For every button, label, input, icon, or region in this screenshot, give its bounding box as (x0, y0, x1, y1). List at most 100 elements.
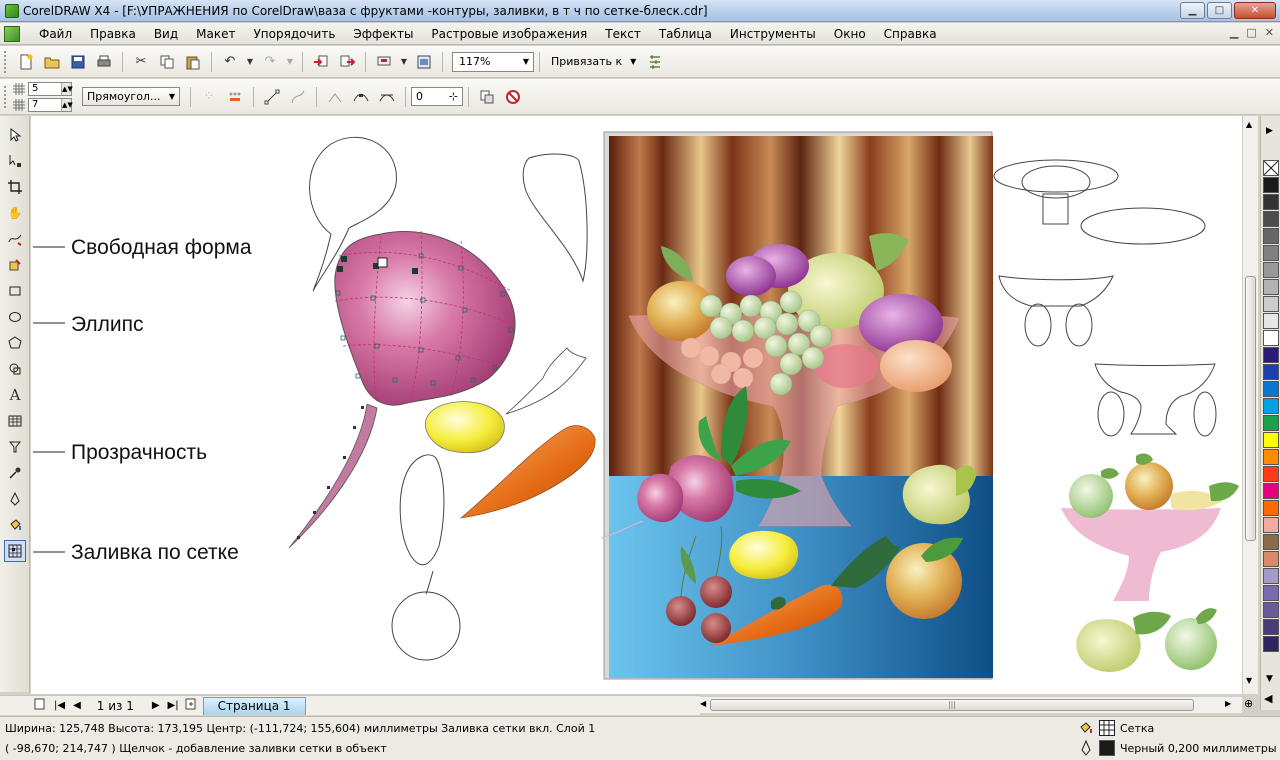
color-swatch[interactable] (1263, 483, 1279, 499)
no-color-swatch[interactable] (1263, 160, 1279, 176)
menu-table[interactable]: Таблица (650, 27, 721, 41)
doc-close-button[interactable]: ✕ (1265, 26, 1274, 39)
undo-icon[interactable]: ↶ (219, 51, 241, 73)
menu-bitmaps[interactable]: Растровые изображения (422, 27, 596, 41)
color-swatch[interactable] (1263, 398, 1279, 414)
copy-icon[interactable] (156, 51, 178, 73)
color-swatch[interactable] (1263, 347, 1279, 363)
color-swatch[interactable] (1263, 228, 1279, 244)
menu-layout[interactable]: Макет (187, 27, 244, 41)
convert-to-curve-icon[interactable] (287, 86, 309, 108)
application-launcher-icon[interactable] (373, 51, 395, 73)
basic-shapes-tool-icon[interactable] (4, 358, 26, 380)
add-nodes-icon[interactable]: ⁘ (198, 86, 220, 108)
vertical-scrollbar[interactable]: ▲ ▼ (1242, 116, 1258, 694)
text-tool-icon[interactable]: A (4, 384, 26, 406)
color-swatch[interactable] (1263, 449, 1279, 465)
page-options-icon[interactable] (34, 698, 46, 713)
maximize-button[interactable]: □ (1207, 2, 1232, 19)
color-swatch[interactable] (1263, 364, 1279, 380)
color-swatch[interactable] (1263, 534, 1279, 550)
mesh-fill-tool-icon[interactable] (4, 540, 26, 562)
mesh-rows-input[interactable]: 5 ▲▼ (28, 81, 73, 96)
spin-arrows-icon[interactable]: ▲▼ (61, 82, 73, 95)
minimize-button[interactable]: ▁ (1180, 2, 1205, 19)
color-swatch[interactable] (1263, 262, 1279, 278)
pick-tool-icon[interactable] (4, 124, 26, 146)
scroll-left-icon[interactable]: ◀ (700, 699, 706, 708)
toolbar-grip[interactable] (4, 50, 8, 73)
selection-mode-select[interactable]: Прямоугол... ▼ (82, 87, 180, 106)
drawing-canvas[interactable]: Свободная форма Эллипс Прозрачность Зали… (31, 116, 1242, 694)
menu-edit[interactable]: Правка (81, 27, 145, 41)
cut-icon[interactable]: ✂ (130, 51, 152, 73)
navigator-zoom-icon[interactable]: ⊕ (1244, 697, 1258, 711)
doc-restore-button[interactable]: □ (1246, 26, 1256, 39)
import-icon[interactable] (310, 51, 332, 73)
zoom-hand-tool-icon[interactable]: ✋ (4, 202, 26, 224)
convert-to-line-icon[interactable] (261, 86, 283, 108)
shape-tool-icon[interactable] (4, 150, 26, 172)
options-icon[interactable] (644, 51, 666, 73)
menu-text[interactable]: Текст (596, 27, 650, 41)
color-swatch[interactable] (1263, 551, 1279, 567)
horizontal-scroll-thumb[interactable]: ||| (710, 699, 1194, 711)
mesh-cols-input[interactable]: 7 ▲▼ (28, 97, 73, 112)
color-swatch[interactable] (1263, 619, 1279, 635)
interactive-blend-tool-icon[interactable] (4, 436, 26, 458)
delete-nodes-icon[interactable] (224, 86, 246, 108)
color-swatch[interactable] (1263, 585, 1279, 601)
first-page-icon[interactable]: |◀ (54, 700, 65, 711)
palette-scroll-down-icon[interactable]: ▼ (1266, 674, 1273, 684)
redo-icon[interactable]: ↷ (259, 51, 281, 73)
color-swatch[interactable] (1263, 194, 1279, 210)
palette-scroll-up-icon[interactable]: ▶ (1266, 126, 1273, 136)
add-page-icon[interactable] (185, 698, 197, 713)
print-icon[interactable] (93, 51, 115, 73)
menu-tools[interactable]: Инструменты (721, 27, 825, 41)
save-icon[interactable] (67, 51, 89, 73)
undo-dropdown-icon[interactable]: ▼ (245, 51, 255, 73)
scroll-up-icon[interactable]: ▲ (1246, 120, 1252, 129)
eyedropper-tool-icon[interactable] (4, 462, 26, 484)
spin-arrows-icon[interactable]: ▲▼ (61, 98, 73, 111)
fill-tool-icon[interactable] (4, 514, 26, 536)
polygon-tool-icon[interactable] (4, 332, 26, 354)
freehand-tool-icon[interactable] (4, 228, 26, 250)
open-folder-icon[interactable] (41, 51, 63, 73)
color-swatch[interactable] (1263, 330, 1279, 346)
color-swatch[interactable] (1263, 636, 1279, 652)
document-icon[interactable] (4, 25, 20, 42)
menu-arrange[interactable]: Упорядочить (244, 27, 344, 41)
copy-mesh-fill-icon[interactable] (476, 86, 498, 108)
snap-to-dropdown[interactable]: Привязать к ▼ (545, 55, 642, 68)
color-swatch[interactable] (1263, 415, 1279, 431)
cusp-node-icon[interactable] (324, 86, 346, 108)
color-swatch[interactable] (1263, 245, 1279, 261)
menu-file[interactable]: Файл (30, 27, 81, 41)
table-tool-icon[interactable] (4, 410, 26, 432)
menu-effects[interactable]: Эффекты (344, 27, 422, 41)
slider-icon[interactable]: ⊹ (449, 90, 458, 103)
toolbar-grip[interactable] (4, 85, 8, 108)
close-button[interactable]: ✕ (1234, 2, 1276, 19)
doc-minimize-button[interactable]: ▁ (1230, 26, 1238, 39)
color-swatch[interactable] (1263, 177, 1279, 193)
color-swatch[interactable] (1263, 500, 1279, 516)
scroll-right-icon[interactable]: ▶ (1225, 699, 1231, 708)
color-swatch[interactable] (1263, 381, 1279, 397)
paste-icon[interactable] (182, 51, 204, 73)
crop-tool-icon[interactable] (4, 176, 26, 198)
smart-fill-tool-icon[interactable] (4, 254, 26, 276)
outline-indicator[interactable]: Черный 0,200 миллиметры (1078, 740, 1277, 756)
palette-expand-icon[interactable]: ◀ (1264, 692, 1272, 705)
new-document-icon[interactable] (15, 51, 37, 73)
next-page-icon[interactable]: ▶ (152, 700, 160, 711)
color-swatch[interactable] (1263, 568, 1279, 584)
color-swatch[interactable] (1263, 313, 1279, 329)
clear-mesh-icon[interactable] (502, 86, 524, 108)
ellipse-tool-icon[interactable] (4, 306, 26, 328)
toolbox-grip[interactable] (0, 116, 29, 124)
curve-smoothness-input[interactable]: 0 ⊹ (411, 87, 463, 106)
outline-tool-icon[interactable] (4, 488, 26, 510)
